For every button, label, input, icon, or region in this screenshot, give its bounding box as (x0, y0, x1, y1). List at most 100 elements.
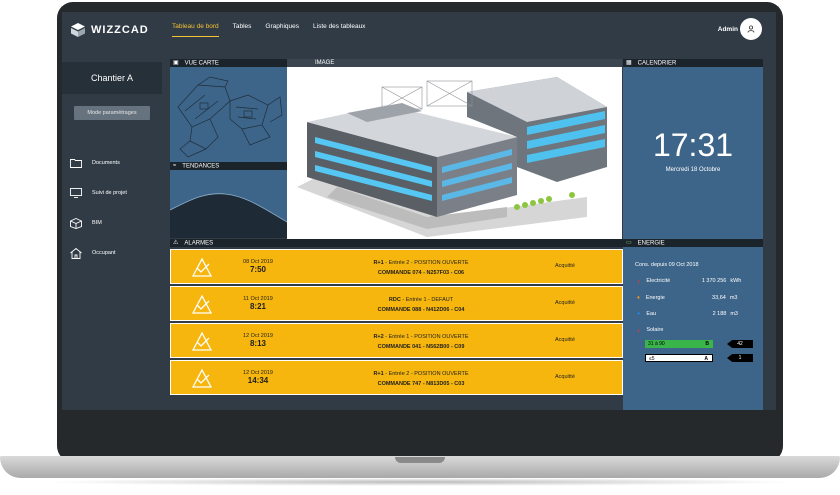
sidebar-item-label: BIM (92, 220, 102, 226)
user-name[interactable]: Admin (718, 26, 738, 33)
logo[interactable]: WIZZCAD (70, 22, 149, 38)
sidebar-item-label: Occupant (92, 250, 116, 256)
home-icon (70, 247, 82, 259)
alarm-check-icon (191, 368, 213, 388)
energy-row: ● Eau 2 188 m3 (637, 311, 738, 317)
energy-value: 2 188 (712, 311, 727, 317)
energy-panel-header: ▭ ENERGIE (623, 239, 763, 247)
energy-label: Energie (645, 295, 665, 301)
alarms-panel-title: ALARMES (184, 240, 214, 247)
monitor-icon (70, 188, 82, 198)
alarm-row[interactable]: 12 Oct 2019 8:13 R+2 - Entrée 1 - POSITI… (170, 323, 623, 358)
alarm-level: R+2 (373, 334, 384, 340)
calendar-panel-title: CALENDRIER (637, 60, 677, 67)
sidebar-item-occupant[interactable]: Occupant (70, 238, 127, 268)
tab-charts[interactable]: Graphiques (265, 23, 299, 37)
energy-label: Eau (646, 311, 657, 317)
sidebar: Chantier A Mode paramètrages Documents S… (62, 52, 170, 410)
clock-date: Mercredi 18 Octobre (665, 167, 721, 173)
calendar-panel-header: ▦ CALENDRIER (623, 59, 763, 67)
energy-label: Solaire (646, 327, 664, 333)
side-menu: Documents Suivi de projet BIM Occupant (70, 148, 127, 268)
avatar[interactable] (740, 18, 762, 40)
energy-value: 1 370 256 (701, 278, 727, 284)
alarm-check-icon (191, 294, 213, 314)
alarm-line2: COMMANDE 747 - N813D05 - C03 (377, 381, 465, 387)
sidebar-item-label: Documents (92, 160, 120, 166)
dpe-value-a: 1 (727, 354, 753, 362)
map-panel-title: VUE CARTE (184, 60, 219, 67)
tab-tables[interactable]: Tables (233, 23, 252, 37)
building-image (287, 67, 622, 239)
acknowledge-button[interactable]: Acquitté (555, 337, 575, 343)
settings-mode-button[interactable]: Mode paramètrages (74, 106, 150, 120)
image-panel-header: IMAGE (287, 59, 622, 67)
energy-row: ╻ Solaire (637, 327, 692, 333)
folder-icon (70, 159, 82, 168)
calendar-panel: 17:31 Mercredi 18 Octobre (623, 67, 763, 239)
tab-dashboard[interactable]: Tableau de bord (172, 23, 219, 37)
dpe-bar-b: 31 à 90 B (645, 340, 713, 348)
clock-time: 17:31 (652, 127, 734, 163)
energy-unit: m3 (730, 311, 738, 317)
energy-icon: ▭ (626, 240, 632, 246)
dashboard-app: WIZZCAD Tableau de bord Tables Graphique… (62, 12, 776, 410)
trends-chart[interactable] (169, 170, 288, 238)
energy-panel: Cons. depuis 09 Oct 2018 ╻ Electricité 1… (623, 247, 763, 410)
energy-since: Cons. depuis 09 Oct 2018 (635, 262, 699, 268)
floor-plan (177, 76, 283, 158)
energy-row: ╻ Electricité 1 370 256 kWh (637, 278, 741, 284)
site-name[interactable]: Chantier A (62, 62, 162, 94)
calendar-icon: ▦ (626, 60, 632, 66)
warning-icon: ⚠ (173, 240, 179, 246)
alarm-message: R+1 - Entrée 2 - POSITION OUVERTE COMMAN… (321, 258, 521, 278)
dpe-value-b: 42 (727, 340, 753, 348)
sidebar-item-project[interactable]: Suivi de projet (70, 178, 127, 208)
plug-icon: ╻ (637, 278, 641, 284)
laptop-shadow (40, 478, 800, 486)
alarm-line2: COMMANDE 088 - N412D06 - C04 (377, 307, 465, 313)
dpe-bar-a: ≤5 A (645, 354, 713, 362)
alarm-time: 14:34 (247, 376, 269, 385)
alarm-message: R+1 - Entrée 2 - POSITION OUVERTE COMMAN… (321, 369, 521, 389)
user-icon (747, 25, 755, 33)
alarm-line2: COMMANDE 041 - N562B00 - C09 (377, 344, 465, 350)
map-icon: ▣ (173, 60, 179, 66)
dpe-class: B (705, 341, 709, 347)
alarm-row[interactable]: 11 Oct 2019 8:21 RDC - Entrée 1 - DEFAUT… (170, 286, 623, 321)
dpe-range: 31 à 90 (648, 341, 665, 347)
laptop-notch (395, 457, 445, 463)
energy-unit: kWh (730, 278, 742, 284)
alarm-level: R+1 (373, 371, 384, 377)
alarm-row[interactable]: 08 Oct 2019 7:50 R+1 - Entrée 2 - POSITI… (170, 249, 623, 284)
energy-row: ♦ Energie 33,64 m3 (637, 295, 737, 301)
alarm-line1: - Entrée 1 - DEFAUT (400, 297, 454, 303)
dpe-range: ≤5 (649, 356, 655, 362)
logo-icon (71, 23, 85, 37)
energy-panel-title: ENERGIE (637, 240, 665, 247)
tab-table-list[interactable]: Liste des tableaux (313, 23, 365, 37)
image-panel-title: IMAGE (315, 60, 335, 66)
main-nav: Tableau de bord Tables Graphiques Liste … (172, 23, 365, 37)
laptop-bezel (62, 410, 776, 454)
alarm-check-icon (191, 257, 213, 277)
acknowledge-button[interactable]: Acquitté (555, 300, 575, 306)
acknowledge-button[interactable]: Acquitté (555, 374, 575, 380)
sidebar-item-bim[interactable]: BIM (70, 208, 127, 238)
map-panel-header: ▣ VUE CARTE (170, 59, 287, 67)
logo-text: WIZZCAD (91, 24, 149, 36)
sidebar-item-documents[interactable]: Documents (70, 148, 127, 178)
sun-icon: ╻ (637, 327, 641, 333)
trend-icon: ≈ (173, 163, 177, 169)
alarm-time: 7:50 (249, 265, 266, 274)
map-view[interactable] (170, 67, 287, 162)
alarm-line1: - Entrée 1 - POSITION OUVERTE (383, 334, 469, 340)
top-bar: WIZZCAD Tableau de bord Tables Graphique… (62, 12, 776, 52)
trends-panel-title: TENDANCES (182, 163, 220, 170)
alarm-level: RDC (388, 297, 401, 303)
flame-icon: ♦ (637, 295, 640, 301)
water-drop-icon: ● (637, 311, 641, 317)
alarm-time: 8:21 (249, 302, 266, 311)
alarm-row[interactable]: 12 Oct 2019 14:34 R+1 - Entrée 2 - POSIT… (170, 360, 623, 395)
acknowledge-button[interactable]: Acquitté (555, 263, 575, 269)
